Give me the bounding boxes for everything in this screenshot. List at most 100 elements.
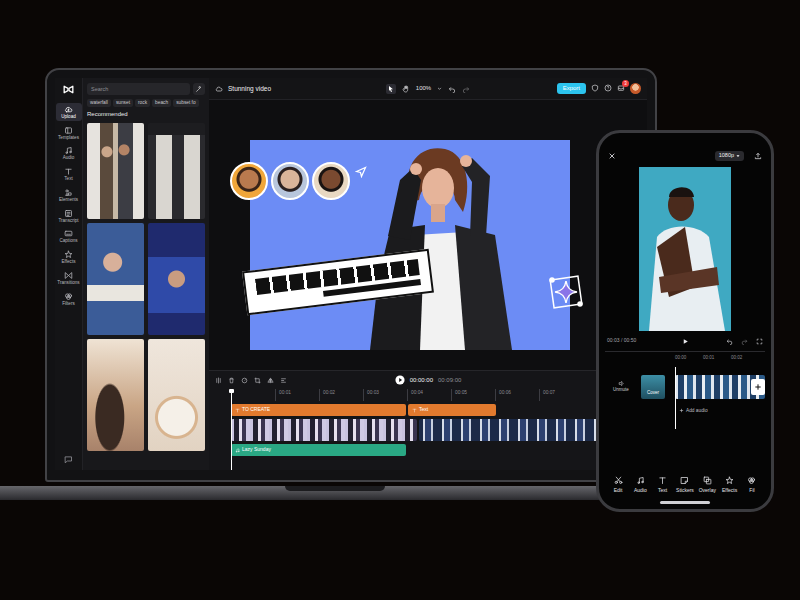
sidebar-label: Upload — [61, 114, 76, 120]
sidebar-label: Text — [64, 176, 72, 182]
templates-icon — [64, 126, 73, 135]
tag-row: waterfallsunsetrockbeachsubset fo — [87, 99, 205, 107]
plus-icon[interactable] — [751, 379, 765, 395]
toolbar-button[interactable]: Fil — [741, 476, 763, 493]
toolbar-label: Text — [658, 487, 667, 493]
chevron-down-icon[interactable] — [437, 86, 442, 91]
text-track: TO CREATEText — [231, 404, 647, 416]
template-thumbnail[interactable] — [87, 339, 144, 451]
hand-icon[interactable] — [402, 85, 410, 93]
sidebar-item[interactable]: Audio — [56, 144, 82, 162]
search-field[interactable] — [87, 83, 190, 95]
ruler-tick: 00:00 — [675, 354, 703, 365]
shield-icon[interactable] — [591, 84, 599, 92]
preview-area — [209, 100, 647, 370]
toolbar-button[interactable]: Effects — [719, 476, 741, 493]
resolution-label: 1080p — [719, 152, 734, 159]
text-clip[interactable]: TO CREATE — [231, 404, 406, 416]
sidebar-item[interactable]: Filters — [56, 290, 82, 308]
mirror-icon[interactable] — [267, 377, 274, 384]
ruler-tick: 00:05 — [451, 389, 495, 401]
add-audio-button[interactable]: Add audio — [605, 407, 765, 414]
tag-chip[interactable]: sunset — [113, 99, 133, 107]
toolbar-button[interactable]: Stickers — [674, 476, 696, 493]
toolbar-button[interactable]: Text — [652, 476, 674, 493]
zoom-level[interactable]: 100% — [416, 84, 431, 93]
home-indicator — [660, 501, 710, 504]
sidebar-item[interactable]: Transcript — [56, 207, 82, 225]
add-audio-label: Add audio — [686, 407, 708, 414]
scissors-icon — [614, 476, 623, 485]
laptop-notch — [285, 486, 385, 491]
speed-icon[interactable] — [241, 377, 248, 384]
cover-button[interactable]: Cover — [641, 375, 665, 399]
upload-icon[interactable] — [754, 152, 762, 160]
fullscreen-icon[interactable] — [756, 338, 763, 345]
sidebar-item[interactable]: Transitions — [56, 269, 82, 287]
filter-icon — [747, 476, 756, 485]
user-avatar[interactable] — [630, 83, 641, 94]
tag-chip[interactable]: subset fo — [173, 99, 198, 107]
sidebar-item[interactable]: Text — [56, 165, 82, 183]
sidebar-label: Captions — [59, 238, 77, 244]
toolbar-button[interactable]: Overlay — [696, 476, 718, 493]
music-icon — [636, 476, 645, 485]
template-thumbnail[interactable] — [87, 123, 144, 219]
playback-controls: 00:03 / 00:50 — [605, 333, 765, 349]
template-thumbnail[interactable] — [148, 123, 205, 219]
sidebar-item[interactable]: Templates — [56, 124, 82, 142]
redo-icon[interactable] — [462, 85, 470, 93]
video-canvas[interactable] — [250, 140, 570, 350]
project-title[interactable]: Stunning video — [228, 84, 271, 94]
play-icon[interactable] — [682, 338, 689, 345]
captions-icon — [64, 229, 73, 238]
tag-chip[interactable]: waterfall — [87, 99, 111, 107]
chat-icon[interactable] — [64, 455, 73, 464]
inbox-icon[interactable]: 3 — [617, 84, 625, 92]
playhead[interactable] — [231, 389, 232, 470]
toolbar-label: Audio — [634, 487, 647, 493]
template-thumbnail[interactable] — [148, 339, 205, 451]
pointer-icon[interactable] — [386, 84, 396, 94]
export-button[interactable]: Export — [557, 83, 586, 95]
toolbar-button[interactable]: Audio — [629, 476, 651, 493]
unmute-button[interactable]: Unmute — [605, 380, 637, 394]
split-icon[interactable] — [215, 377, 222, 384]
sidebar-item[interactable]: Upload — [56, 103, 82, 121]
video-clip[interactable] — [675, 375, 765, 399]
playhead[interactable] — [675, 367, 676, 429]
template-thumbnail[interactable] — [148, 223, 205, 335]
toolbar-button[interactable]: Edit — [607, 476, 629, 493]
overlay-icon — [703, 476, 712, 485]
sidebar-label: Filters — [62, 301, 75, 307]
crop-icon[interactable] — [254, 377, 261, 384]
speaker-icon — [618, 380, 625, 387]
help-icon[interactable] — [604, 84, 612, 92]
text-clip[interactable]: Text — [408, 404, 496, 416]
sparkle-icon[interactable] — [546, 272, 586, 312]
close-icon[interactable] — [608, 152, 616, 160]
sidebar-item[interactable]: Elements — [56, 186, 82, 204]
plus-icon — [679, 408, 684, 413]
magic-search-icon[interactable] — [193, 83, 205, 95]
tag-chip[interactable]: rock — [135, 99, 150, 107]
resolution-dropdown[interactable]: 1080p — [715, 151, 744, 160]
delete-icon[interactable] — [228, 377, 235, 384]
logo-icon[interactable] — [62, 83, 75, 96]
text-icon — [412, 408, 417, 413]
video-clip[interactable] — [231, 419, 417, 441]
sidebar-label: Elements — [59, 197, 78, 203]
template-thumbnail[interactable] — [87, 223, 144, 335]
redo-icon[interactable] — [741, 338, 748, 345]
undo-icon[interactable] — [726, 338, 733, 345]
tag-chip[interactable]: beach — [152, 99, 171, 107]
subtitle-icon[interactable] — [280, 377, 287, 384]
app-sidebar: Upload Templates Audio Text Elements Transcri… — [55, 78, 83, 470]
play-icon[interactable] — [395, 375, 405, 385]
notification-badge: 3 — [622, 80, 629, 87]
audio-clip[interactable]: Lazy Sunday — [231, 444, 406, 456]
undo-icon[interactable] — [448, 85, 456, 93]
sidebar-item[interactable]: Effects — [56, 248, 82, 266]
sidebar-item[interactable]: Captions — [56, 227, 82, 245]
video-frame[interactable] — [639, 167, 731, 331]
